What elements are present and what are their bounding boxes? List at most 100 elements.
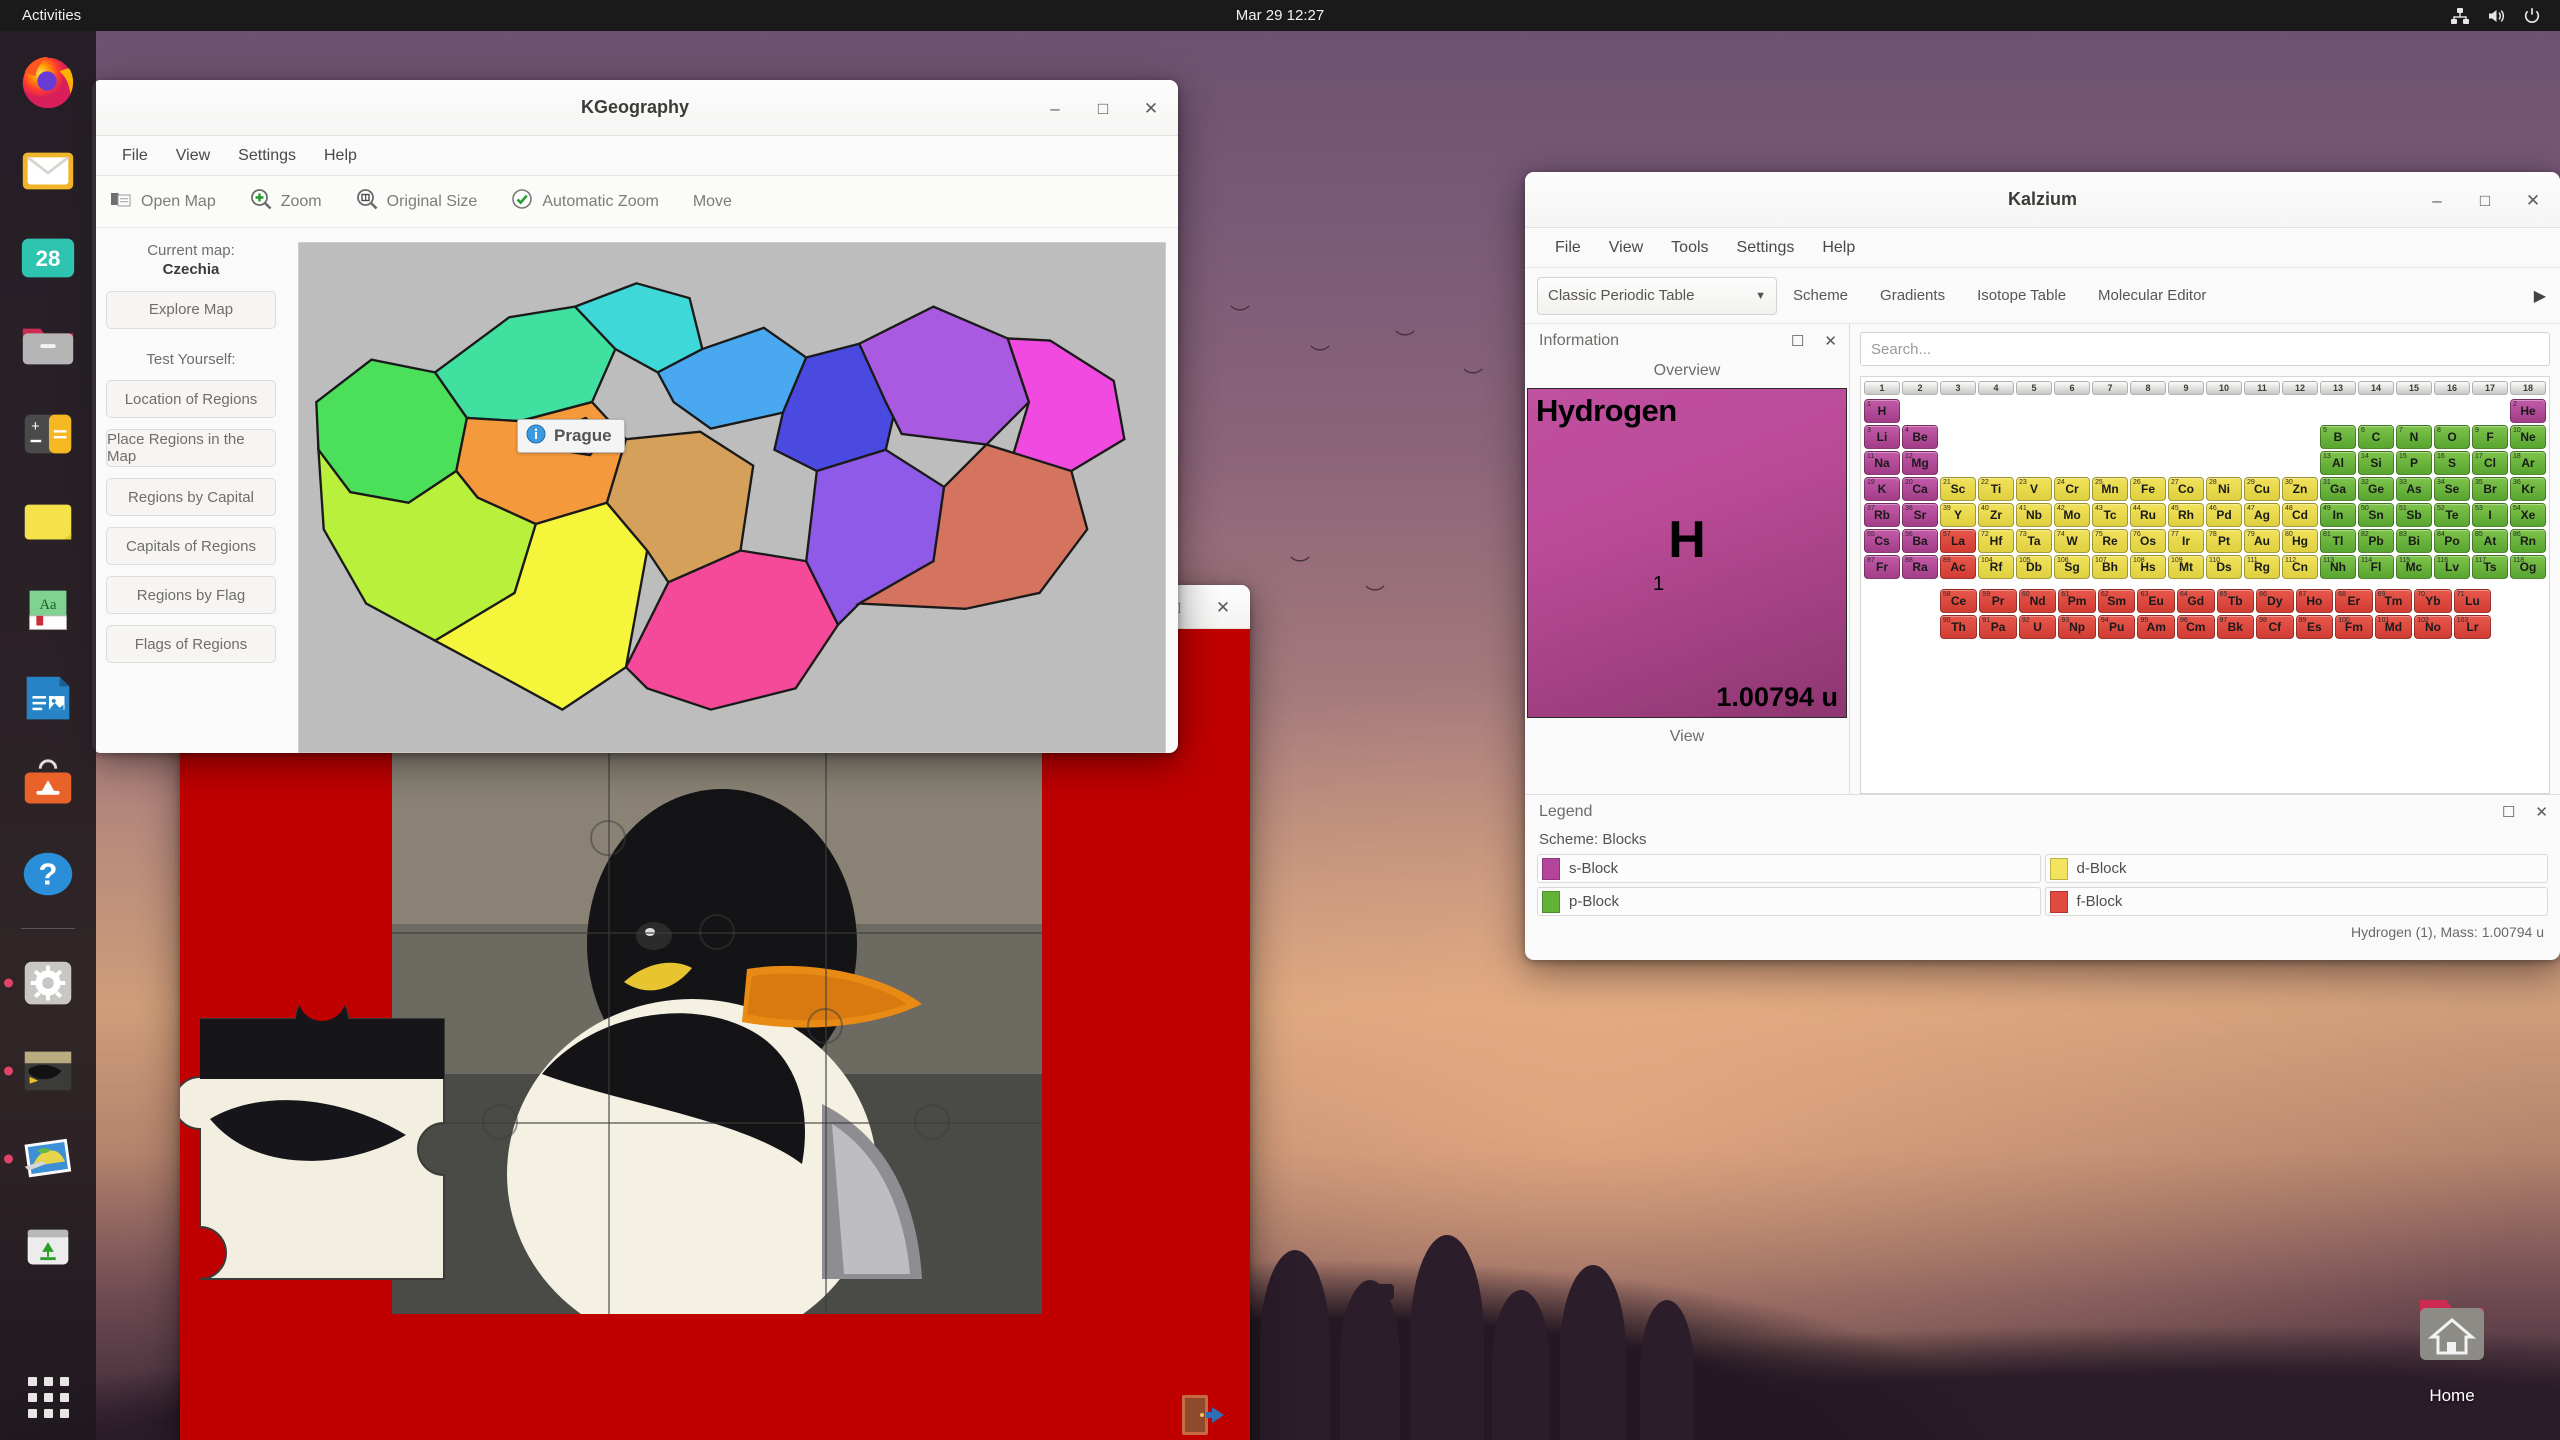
element-y[interactable]: 39Y	[1940, 503, 1976, 527]
element-ca[interactable]: 20Ca	[1902, 477, 1938, 501]
element-gd[interactable]: 64Gd	[2177, 589, 2215, 613]
element-au[interactable]: 79Au	[2244, 529, 2280, 553]
kalzium-minimize-button[interactable]: –	[2426, 189, 2448, 211]
element-ne[interactable]: 10Ne	[2510, 425, 2546, 449]
element-cr[interactable]: 24Cr	[2054, 477, 2090, 501]
dock-item-kgeography[interactable]	[11, 1122, 85, 1196]
element-cl[interactable]: 17Cl	[2472, 451, 2508, 475]
element-os[interactable]: 76Os	[2130, 529, 2166, 553]
desktop-icon-home[interactable]: Home	[2392, 1292, 2512, 1406]
element-s[interactable]: 16S	[2434, 451, 2470, 475]
element-hf[interactable]: 72Hf	[1978, 529, 2014, 553]
kalzium-window[interactable]: Kalzium – □ ✕ File View Tools Settings H…	[1525, 172, 2560, 960]
group-header-15[interactable]: 15	[2396, 381, 2432, 395]
element-bk[interactable]: 97Bk	[2217, 615, 2255, 639]
periodic-table-grid[interactable]: 123456789101112131415161718 1H2He3Li4Be5…	[1860, 376, 2550, 794]
element-rb[interactable]: 37Rb	[1864, 503, 1900, 527]
element-ts[interactable]: 117Ts	[2472, 555, 2508, 579]
test-capitals-of-regions-button[interactable]: Capitals of Regions	[106, 527, 276, 565]
element-hg[interactable]: 80Hg	[2282, 529, 2318, 553]
puzzle-piece-loose[interactable]	[180, 939, 510, 1284]
element-mn[interactable]: 25Mn	[2092, 477, 2128, 501]
element-xe[interactable]: 54Xe	[2510, 503, 2546, 527]
search-input[interactable]: Search...	[1860, 332, 2550, 366]
element-u[interactable]: 92U	[2019, 615, 2057, 639]
element-sn[interactable]: 50Sn	[2358, 503, 2394, 527]
element-zr[interactable]: 40Zr	[1978, 503, 2014, 527]
information-overview-tab[interactable]: Overview	[1525, 358, 1849, 388]
dock-item-firefox[interactable]	[11, 45, 85, 119]
group-header-17[interactable]: 17	[2472, 381, 2508, 395]
element-tm[interactable]: 69Tm	[2375, 589, 2413, 613]
element-ti[interactable]: 22Ti	[1978, 477, 2014, 501]
element-ru[interactable]: 44Ru	[2130, 503, 2166, 527]
element-mt[interactable]: 109Mt	[2168, 555, 2204, 579]
element-db[interactable]: 105Db	[2016, 555, 2052, 579]
element-i[interactable]: 53I	[2472, 503, 2508, 527]
element-pu[interactable]: 94Pu	[2098, 615, 2136, 639]
dock-item-calendar[interactable]: 28	[11, 221, 85, 295]
dock-item-ubuntu-software[interactable]	[11, 749, 85, 823]
element-nh[interactable]: 113Nh	[2320, 555, 2356, 579]
group-header-18[interactable]: 18	[2510, 381, 2546, 395]
dock-item-calculator[interactable]: +	[11, 397, 85, 471]
element-pt[interactable]: 78Pt	[2206, 529, 2242, 553]
element-te[interactable]: 52Te	[2434, 503, 2470, 527]
element-nb[interactable]: 41Nb	[2016, 503, 2052, 527]
element-sm[interactable]: 62Sm	[2098, 589, 2136, 613]
zoom-button[interactable]: Zoom	[250, 188, 322, 215]
tab-molecular-editor[interactable]: Molecular Editor	[2082, 287, 2222, 304]
actinide-row[interactable]: 90Th91Pa92U93Np94Pu95Am96Cm97Bk98Cf99Es1…	[1940, 615, 2531, 639]
element-pm[interactable]: 61Pm	[2058, 589, 2096, 613]
tab-scheme[interactable]: Scheme	[1777, 287, 1864, 304]
group-header-13[interactable]: 13	[2320, 381, 2356, 395]
kalzium-toolbar[interactable]: Classic Periodic Table ▼ Scheme Gradient…	[1525, 268, 2560, 324]
element-h[interactable]: 1H	[1864, 399, 1900, 423]
element-co[interactable]: 27Co	[2168, 477, 2204, 501]
test-regions-by-flag-button[interactable]: Regions by Flag	[106, 576, 276, 614]
element-cs[interactable]: 55Cs	[1864, 529, 1900, 553]
system-tray[interactable]	[2450, 6, 2542, 26]
kz-menu-tools[interactable]: Tools	[1657, 235, 1722, 261]
element-ac[interactable]: 89Ac	[1940, 555, 1976, 579]
element-pr[interactable]: 59Pr	[1979, 589, 2017, 613]
element-grid[interactable]: 1H2He3Li4Be5B6C7N8O9F10Ne11Na12Mg13Al14S…	[1864, 399, 2546, 579]
lanthanide-row[interactable]: 58Ce59Pr60Nd61Pm62Sm63Eu64Gd65Tb66Dy67Ho…	[1940, 589, 2531, 613]
kgeography-window[interactable]: KGeography – □ ✕ File View Settings Help…	[92, 80, 1178, 753]
dock-item-files[interactable]	[11, 309, 85, 383]
element-ni[interactable]: 28Ni	[2206, 477, 2242, 501]
element-hs[interactable]: 108Hs	[2130, 555, 2166, 579]
group-header-6[interactable]: 6	[2054, 381, 2090, 395]
element-na[interactable]: 11Na	[1864, 451, 1900, 475]
move-button[interactable]: Move	[693, 193, 732, 211]
dock-item-trash[interactable]	[11, 1210, 85, 1284]
element-fl[interactable]: 114Fl	[2358, 555, 2394, 579]
element-f[interactable]: 9F	[2472, 425, 2508, 449]
group-header-1[interactable]: 1	[1864, 381, 1900, 395]
element-ce[interactable]: 58Ce	[1940, 589, 1978, 613]
element-w[interactable]: 74W	[2054, 529, 2090, 553]
kz-menu-settings[interactable]: Settings	[1723, 235, 1809, 261]
element-cm[interactable]: 96Cm	[2177, 615, 2215, 639]
information-float-button[interactable]: ☐	[1791, 332, 1804, 350]
element-sr[interactable]: 38Sr	[1902, 503, 1938, 527]
kgeography-menubar[interactable]: File View Settings Help	[92, 136, 1178, 176]
group-header-8[interactable]: 8	[2130, 381, 2166, 395]
element-br[interactable]: 35Br	[2472, 477, 2508, 501]
open-map-button[interactable]: Open Map	[110, 189, 216, 214]
element-ra[interactable]: 88Ra	[1902, 555, 1938, 579]
element-ba[interactable]: 56Ba	[1902, 529, 1938, 553]
element-ta[interactable]: 73Ta	[2016, 529, 2052, 553]
element-zn[interactable]: 30Zn	[2282, 477, 2318, 501]
element-cn[interactable]: 112Cn	[2282, 555, 2318, 579]
group-header-3[interactable]: 3	[1940, 381, 1976, 395]
kalzium-maximize-button[interactable]: □	[2474, 189, 2496, 211]
dock-item-thunderbird[interactable]	[11, 133, 85, 207]
legend-item-f-block[interactable]: f-Block	[2045, 887, 2549, 916]
element-rg[interactable]: 111Rg	[2244, 555, 2280, 579]
kz-menu-file[interactable]: File	[1541, 235, 1595, 261]
dock-item-dictionary[interactable]: Aa	[11, 573, 85, 647]
menu-help[interactable]: Help	[310, 143, 371, 169]
element-yb[interactable]: 70Yb	[2414, 589, 2452, 613]
element-be[interactable]: 4Be	[1902, 425, 1938, 449]
